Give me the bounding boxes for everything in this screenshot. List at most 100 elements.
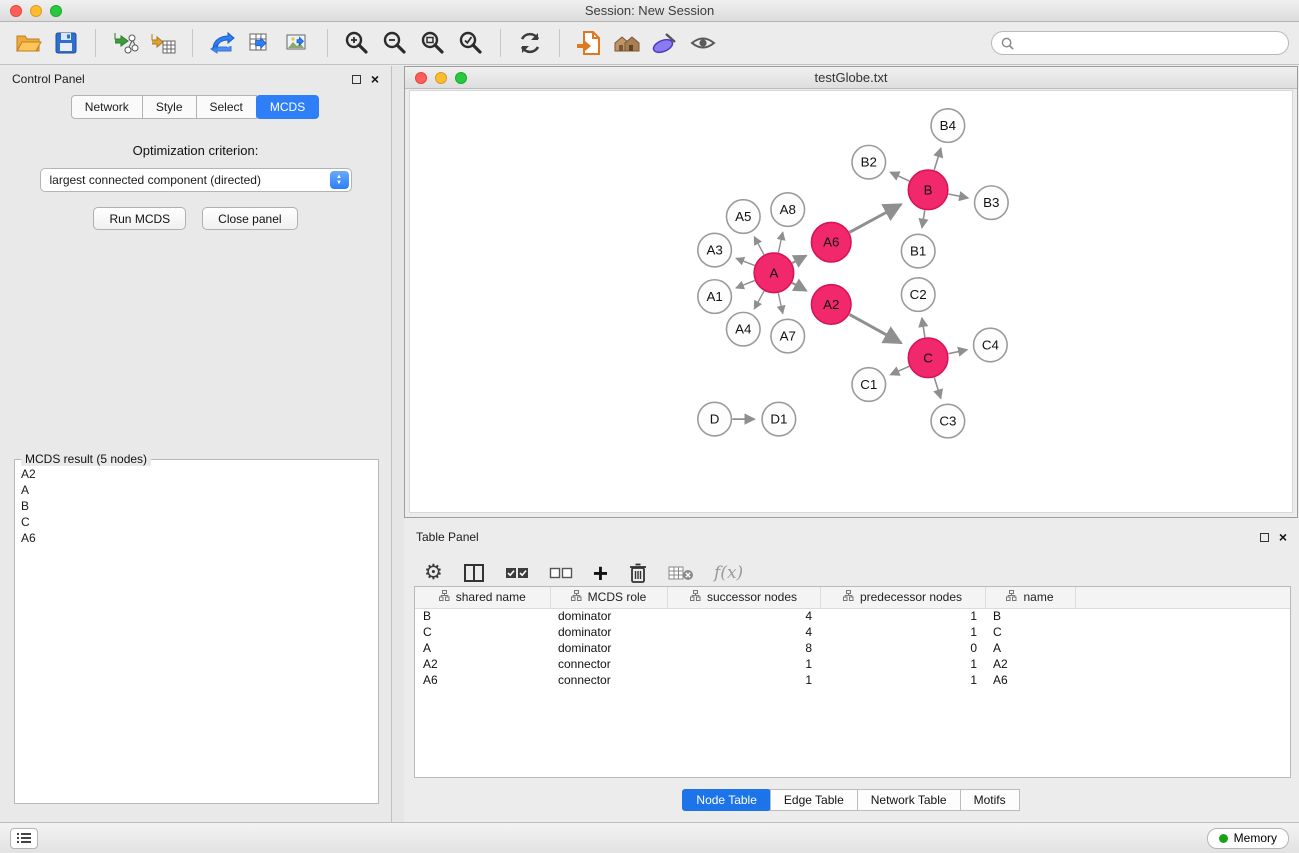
cell-successor-nodes[interactable]: 4: [667, 608, 820, 624]
cell-successor-nodes[interactable]: 1: [667, 656, 820, 672]
table-settings-button[interactable]: ⚙: [424, 559, 443, 587]
run-mcds-button[interactable]: Run MCDS: [93, 207, 186, 230]
zoom-out-button[interactable]: [377, 25, 413, 61]
table-row[interactable]: Cdominator41C: [415, 624, 1290, 640]
open-document-button[interactable]: [571, 25, 607, 61]
close-panel-action-button[interactable]: Close panel: [202, 207, 297, 230]
table-row[interactable]: A2connector11A2: [415, 656, 1290, 672]
table-tab-edge-table[interactable]: Edge Table: [770, 789, 858, 811]
maximize-window-button[interactable]: [50, 5, 62, 17]
cell-shared-name[interactable]: A6: [415, 672, 550, 688]
column-header-successor-nodes[interactable]: successor nodes: [667, 587, 820, 608]
edge-C-C1[interactable]: [890, 366, 909, 374]
node-C[interactable]: C: [908, 338, 948, 378]
table-tab-motifs[interactable]: Motifs: [960, 789, 1020, 811]
edge-A-A5[interactable]: [754, 237, 764, 255]
cell-predecessor-nodes[interactable]: 1: [820, 624, 985, 640]
column-header-mcds-role[interactable]: MCDS role: [550, 587, 667, 608]
function-builder-button[interactable]: f(x): [714, 559, 743, 587]
edge-A-A8[interactable]: [778, 232, 782, 253]
cell-predecessor-nodes[interactable]: 0: [820, 640, 985, 656]
edge-B-B1[interactable]: [922, 210, 925, 228]
edge-A-A1[interactable]: [736, 281, 755, 289]
import-network-button[interactable]: [107, 25, 143, 61]
edge-A-A7[interactable]: [778, 293, 782, 314]
node-A6[interactable]: A6: [811, 222, 851, 262]
cell-predecessor-nodes[interactable]: 1: [820, 608, 985, 624]
export-image-button[interactable]: [280, 25, 316, 61]
cell-successor-nodes[interactable]: 1: [667, 672, 820, 688]
control-tab-select[interactable]: Select: [196, 95, 257, 119]
float-panel-button[interactable]: [352, 75, 361, 84]
network-close-button[interactable]: [415, 72, 427, 84]
cell-name[interactable]: B: [985, 608, 1075, 624]
node-D1[interactable]: D1: [762, 402, 796, 436]
control-tab-network[interactable]: Network: [71, 95, 143, 119]
edge-A6-B[interactable]: [850, 204, 902, 232]
column-header-predecessor-nodes[interactable]: predecessor nodes: [820, 587, 985, 608]
add-column-button[interactable]: +: [593, 559, 608, 587]
mcds-result-item[interactable]: A6: [21, 530, 372, 546]
mcds-result-item[interactable]: A2: [21, 466, 372, 482]
close-panel-button[interactable]: ×: [371, 74, 379, 84]
control-tab-style[interactable]: Style: [142, 95, 197, 119]
node-C1[interactable]: C1: [852, 368, 886, 402]
mcds-result-item[interactable]: C: [21, 514, 372, 530]
node-B4[interactable]: B4: [931, 109, 965, 143]
table-tab-node-table[interactable]: Node Table: [682, 789, 771, 811]
cell-successor-nodes[interactable]: 4: [667, 624, 820, 640]
edge-A2-C[interactable]: [849, 314, 901, 343]
close-table-panel-button[interactable]: ×: [1279, 532, 1287, 542]
node-A7[interactable]: A7: [771, 319, 805, 353]
edge-A-A3[interactable]: [736, 258, 754, 265]
cell-successor-nodes[interactable]: 8: [667, 640, 820, 656]
node-B3[interactable]: B3: [975, 186, 1009, 220]
zoom-selected-button[interactable]: [453, 25, 489, 61]
node-A1[interactable]: A1: [698, 280, 732, 314]
float-table-panel-button[interactable]: [1260, 533, 1269, 542]
delete-column-button[interactable]: [628, 559, 648, 587]
node-C4[interactable]: C4: [974, 328, 1008, 362]
edge-C-C3[interactable]: [934, 378, 941, 399]
edge-A-A4[interactable]: [754, 291, 764, 309]
zoom-in-button[interactable]: [339, 25, 375, 61]
close-window-button[interactable]: [10, 5, 22, 17]
cell-shared-name[interactable]: B: [415, 608, 550, 624]
network-minimize-button[interactable]: [435, 72, 447, 84]
clear-table-button[interactable]: [668, 559, 694, 587]
memory-button[interactable]: Memory: [1207, 828, 1289, 849]
panel-splitter[interactable]: [392, 66, 404, 822]
edge-B-B2[interactable]: [890, 172, 909, 181]
node-B1[interactable]: B1: [901, 234, 935, 268]
cell-mcds-role[interactable]: connector: [550, 672, 667, 688]
column-header-name[interactable]: name: [985, 587, 1075, 608]
node-A[interactable]: A: [754, 253, 794, 293]
cell-shared-name[interactable]: A: [415, 640, 550, 656]
node-A5[interactable]: A5: [726, 200, 760, 234]
deselect-all-button[interactable]: [549, 559, 573, 587]
network-maximize-button[interactable]: [455, 72, 467, 84]
edge-B-B4[interactable]: [934, 148, 941, 170]
node-A8[interactable]: A8: [771, 193, 805, 227]
edge-A-A2[interactable]: [792, 283, 806, 291]
cell-mcds-role[interactable]: dominator: [550, 608, 667, 624]
cell-name[interactable]: A6: [985, 672, 1075, 688]
mcds-result-item[interactable]: A: [21, 482, 372, 498]
table-row[interactable]: A6connector11A6: [415, 672, 1290, 688]
edge-C-C2[interactable]: [922, 318, 925, 338]
node-A3[interactable]: A3: [698, 233, 732, 267]
search-input[interactable]: [1020, 35, 1279, 51]
home-button[interactable]: [609, 25, 645, 61]
control-tab-mcds[interactable]: MCDS: [256, 95, 319, 119]
minimize-window-button[interactable]: [30, 5, 42, 17]
cell-shared-name[interactable]: A2: [415, 656, 550, 672]
node-C2[interactable]: C2: [901, 278, 935, 312]
network-canvas[interactable]: B4B2BB3B1A5A8A6A3AA1A2C2A4A7C4CC1C3DD1: [409, 90, 1293, 513]
node-D[interactable]: D: [698, 402, 732, 436]
show-columns-button[interactable]: [463, 559, 485, 587]
cell-predecessor-nodes[interactable]: 1: [820, 656, 985, 672]
select-all-button[interactable]: [505, 559, 529, 587]
network-from-table-button[interactable]: [242, 25, 278, 61]
table-row[interactable]: Adominator80A: [415, 640, 1290, 656]
show-hide-button[interactable]: [685, 25, 721, 61]
